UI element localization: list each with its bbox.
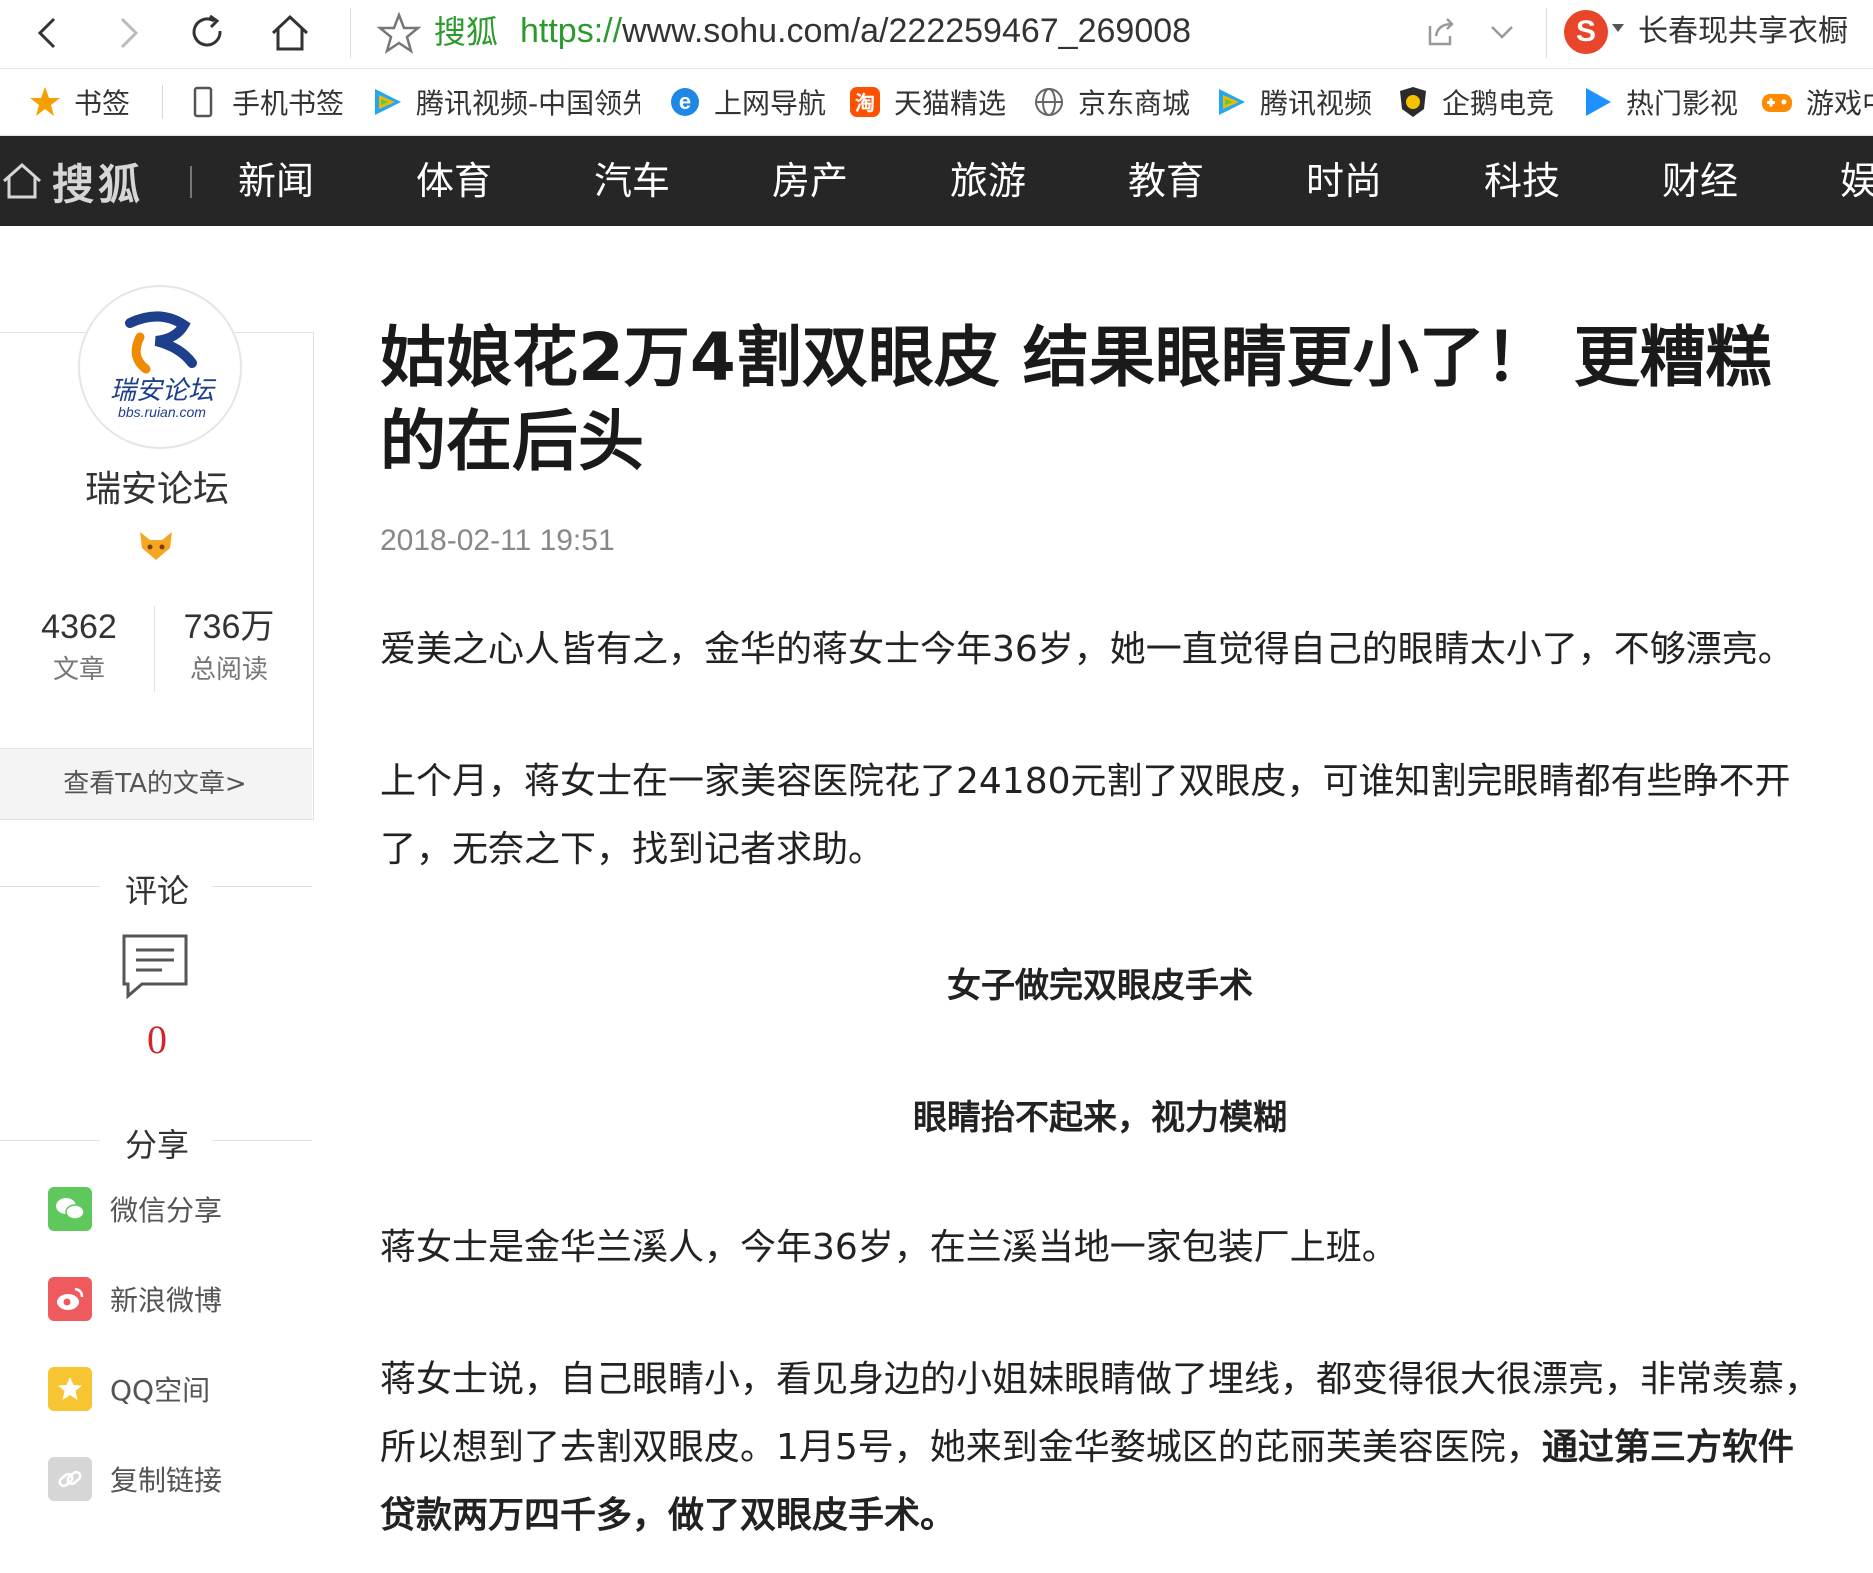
nav-divider	[190, 166, 192, 198]
bookmark-item[interactable]: e 上网导航	[668, 69, 826, 135]
qzone-star-icon	[48, 1367, 92, 1411]
share-wechat-button[interactable]: 微信分享	[48, 1184, 222, 1234]
share-qzone-button[interactable]: QQ空间	[48, 1364, 210, 1414]
nav-item-auto[interactable]: 汽车	[594, 136, 670, 226]
svg-text:瑞安论坛: 瑞安论坛	[110, 376, 217, 406]
play-icon	[1580, 85, 1614, 119]
fox-badge-icon	[140, 532, 172, 560]
comment-count[interactable]: 0	[0, 1016, 314, 1063]
bookmark-item[interactable]: 游戏中	[1760, 69, 1873, 135]
stat-reads: 736万 总阅读	[154, 604, 304, 690]
forward-arrow-icon	[120, 17, 139, 49]
globe-icon	[1032, 85, 1066, 119]
bookmarks-divider	[162, 85, 163, 119]
penguin-icon	[1396, 85, 1430, 119]
nav-item-finance[interactable]: 财经	[1662, 136, 1738, 226]
browser-toolbar: 搜狐 https://www.sohu.com/a/222259467_2690…	[0, 0, 1873, 69]
author-name[interactable]: 瑞安论坛	[0, 460, 314, 512]
comment-icon[interactable]	[120, 932, 190, 1002]
address-dropdown-icon[interactable]	[1482, 12, 1522, 52]
search-box[interactable]: 长春现共享衣橱	[1638, 10, 1848, 54]
url-text: www.sohu.com/a/222259467_269008	[622, 12, 1192, 50]
search-engine-caret-icon[interactable]	[1612, 24, 1624, 32]
url-protocol: https://	[520, 12, 623, 50]
nav-item-travel[interactable]: 旅游	[950, 136, 1026, 226]
bookmark-item[interactable]: 热门影视	[1580, 69, 1738, 135]
site-nav: 搜狐 新闻 体育 汽车 房产 旅游 教育 时尚 科技 财经 娱	[0, 136, 1873, 226]
tencent-video-icon	[370, 85, 404, 119]
copy-link-button[interactable]: 复制链接	[48, 1454, 222, 1504]
refresh-icon	[192, 14, 222, 47]
articles-label: 文章	[52, 655, 105, 685]
article-title: 姑娘花2万4割双眼皮 结果眼睛更小了！ 更糟糕的在后头	[380, 319, 1772, 480]
nav-item-entertainment[interactable]: 娱	[1840, 136, 1873, 226]
toolbar-divider	[1546, 8, 1547, 58]
image-caption: 女子做完双眼皮手术	[947, 966, 1253, 1006]
home-button[interactable]	[260, 4, 320, 62]
svg-text:e: e	[679, 89, 691, 114]
ruian-logo-icon: 瑞安论坛 bbs.ruian.com	[110, 311, 217, 420]
article-paragraph: 蒋女士说，自己眼睛小，看见身边的小姐妹眼睛做了埋线，都变得很大很漂亮，非常羡慕，…	[380, 1346, 1820, 1550]
nav-item-education[interactable]: 教育	[1128, 136, 1204, 226]
article-date: 2018-02-11 19:51	[380, 524, 615, 557]
home-icon	[271, 14, 309, 51]
bookmark-star-icon[interactable]	[376, 10, 422, 56]
bookmark-item[interactable]: 书签	[28, 69, 130, 135]
nav-item-house[interactable]: 房产	[772, 136, 848, 226]
nav-item-sports[interactable]: 体育	[416, 136, 492, 226]
svg-text:bbs.ruian.com: bbs.ruian.com	[118, 404, 206, 420]
bookmarks-bar: 书签 手机书签 腾讯视频-中国领先 e 上网导航 淘 天猫精选 京东商城 腾讯视…	[0, 69, 1873, 136]
back-arrow-icon	[37, 17, 56, 49]
share-weibo-button[interactable]: 新浪微博	[48, 1274, 222, 1324]
comments-title: 评论	[124, 872, 189, 910]
bookmark-item[interactable]: 手机书签	[186, 69, 344, 135]
svg-text:淘: 淘	[855, 91, 875, 115]
bookmark-item[interactable]: 腾讯视频-中国领先	[370, 69, 640, 135]
link-icon	[48, 1457, 92, 1501]
view-articles-link[interactable]: 查看TA的文章>	[0, 748, 312, 819]
author-avatar[interactable]: 瑞安论坛 bbs.ruian.com	[78, 285, 242, 449]
address-bar[interactable]: https://www.sohu.com/a/222259467_269008	[520, 8, 1191, 54]
toolbar-divider	[350, 8, 351, 58]
articles-count: 4362	[41, 608, 117, 646]
article-paragraph: 蒋女士是金华兰溪人，今年36岁，在兰溪当地一家包装厂上班。	[380, 1227, 1398, 1268]
back-button[interactable]	[18, 4, 78, 62]
phone-icon	[186, 85, 220, 119]
stat-articles: 4362 文章	[4, 604, 154, 690]
bookmark-item[interactable]: 京东商城	[1032, 69, 1190, 135]
weibo-icon	[48, 1277, 92, 1321]
share-page-icon[interactable]	[1420, 12, 1460, 52]
refresh-button[interactable]	[178, 4, 238, 62]
sohu-logo[interactable]: 搜狐	[0, 136, 144, 226]
reads-count: 736万	[183, 608, 275, 646]
wechat-icon	[48, 1187, 92, 1231]
star-icon	[28, 85, 62, 119]
share-title: 分享	[124, 1126, 189, 1164]
game-icon	[1760, 85, 1794, 119]
address-site-name: 搜狐	[434, 13, 499, 51]
tencent-video-icon	[1214, 85, 1248, 119]
ie-icon: e	[668, 85, 702, 119]
bookmark-item[interactable]: 企鹅电竞	[1396, 69, 1554, 135]
nav-item-tech[interactable]: 科技	[1484, 136, 1560, 226]
article-paragraph: 上个月，蒋女士在一家美容医院花了24180元割了双眼皮，可谁知割完眼睛都有些睁不…	[380, 761, 1791, 870]
nav-item-news[interactable]: 新闻	[238, 136, 314, 226]
bookmark-item[interactable]: 淘 天猫精选	[848, 69, 1006, 135]
home-icon	[3, 162, 41, 199]
article-paragraph: 爱美之心人皆有之，金华的蒋女士今年36岁，她一直觉得自己的眼睛太小了，不够漂亮。	[380, 629, 1794, 670]
search-engine-icon[interactable]: S	[1564, 10, 1608, 54]
bookmark-item[interactable]: 腾讯视频	[1214, 69, 1372, 135]
reads-label: 总阅读	[189, 655, 268, 685]
nav-item-fashion[interactable]: 时尚	[1306, 136, 1382, 226]
image-caption: 眼睛抬不起来，视力模糊	[913, 1098, 1287, 1138]
tmall-icon: 淘	[848, 85, 882, 119]
forward-button[interactable]	[98, 4, 158, 62]
